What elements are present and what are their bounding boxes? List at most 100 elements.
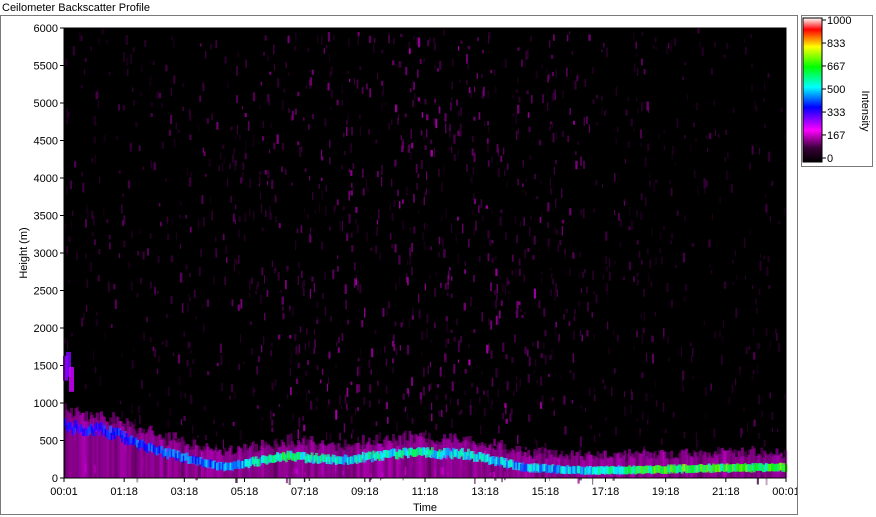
noise-speck	[522, 183, 524, 187]
noise-speck	[274, 63, 276, 71]
noise-speck	[601, 49, 603, 53]
noise-speck	[72, 46, 75, 56]
noise-speck	[355, 206, 358, 213]
noise-speck	[623, 201, 625, 206]
noise-speck	[64, 223, 66, 229]
noise-speck	[523, 311, 526, 315]
noise-speck	[398, 276, 401, 285]
noise-speck	[663, 225, 666, 231]
noise-speck	[636, 68, 639, 76]
noise-speck	[380, 177, 383, 187]
noise-speck	[319, 202, 321, 213]
noise-speck	[756, 342, 759, 350]
noise-speck	[500, 300, 503, 306]
noise-speck	[405, 66, 408, 76]
noise-speck	[455, 233, 457, 243]
noise-speck	[523, 274, 526, 282]
noise-speck	[198, 266, 201, 277]
noise-speck	[379, 252, 381, 261]
noise-speck	[491, 156, 493, 163]
noise-speck	[142, 166, 145, 171]
noise-speck	[553, 410, 555, 416]
noise-speck	[544, 355, 547, 365]
noise-speck	[483, 390, 485, 395]
noise-speck	[681, 380, 683, 389]
noise-speck	[670, 46, 672, 52]
noise-speck	[504, 170, 506, 176]
noise-speck	[244, 113, 247, 118]
noise-speck	[547, 222, 550, 228]
noise-speck	[218, 165, 220, 171]
noise-speck	[577, 141, 580, 145]
noise-speck	[216, 122, 219, 130]
noise-speck	[382, 86, 385, 96]
noise-speck	[486, 144, 490, 153]
noise-speck	[684, 62, 687, 66]
noise-speck	[430, 339, 433, 343]
noise-speck	[113, 283, 116, 290]
noise-speck	[645, 352, 647, 362]
noise-speck	[232, 213, 235, 222]
noise-speck	[157, 255, 160, 264]
noise-speck	[260, 81, 263, 86]
noise-speck	[655, 179, 658, 183]
noise-speck	[566, 67, 568, 77]
noise-speck	[630, 405, 633, 414]
noise-speck	[768, 285, 771, 289]
noise-speck	[487, 90, 489, 98]
noise-speck	[521, 315, 524, 319]
noise-speck	[377, 380, 379, 386]
noise-speck	[81, 172, 83, 177]
noise-speck	[527, 248, 530, 252]
noise-speck	[731, 384, 734, 394]
noise-speck	[722, 335, 724, 344]
noise-speck	[173, 39, 175, 49]
noise-speck	[153, 348, 157, 358]
y-axis-label: Height (m)	[18, 227, 30, 278]
noise-speck	[89, 262, 93, 272]
noise-speck	[531, 341, 534, 347]
chart-frame: 0 500 1000 1500 2000 2500 3000 3500 4000 4500 5000…	[0, 15, 800, 515]
noise-speck	[495, 368, 498, 378]
noise-speck	[300, 225, 303, 233]
noise-speck	[747, 422, 749, 432]
noise-speck	[180, 391, 182, 399]
noise-speck	[548, 373, 550, 377]
noise-speck	[368, 129, 370, 135]
noise-speck	[419, 392, 423, 400]
noise-speck	[549, 126, 552, 131]
noise-speck	[492, 257, 494, 262]
noise-speck	[472, 167, 475, 175]
noise-speck	[300, 270, 303, 279]
noise-speck	[663, 327, 665, 336]
noise-speck	[640, 212, 642, 220]
noise-speck	[526, 49, 529, 59]
noise-speck	[343, 423, 346, 433]
noise-speck	[571, 400, 574, 404]
noise-speck	[648, 273, 650, 282]
noise-speck	[512, 94, 515, 99]
noise-speck	[417, 37, 421, 48]
noise-speck	[179, 272, 183, 283]
noise-speck	[322, 292, 324, 300]
noise-speck	[641, 334, 643, 344]
noise-speck	[328, 53, 330, 63]
noise-speck	[98, 249, 101, 255]
noise-speck	[497, 388, 499, 398]
noise-speck	[611, 387, 613, 397]
noise-speck	[219, 343, 222, 354]
noise-speck	[321, 368, 324, 375]
noise-speck	[354, 262, 356, 271]
noise-speck	[619, 241, 621, 249]
noise-speck	[466, 79, 468, 85]
noise-speck	[437, 68, 439, 72]
noise-speck	[490, 401, 493, 411]
noise-speck	[412, 307, 414, 318]
noise-speck	[683, 296, 686, 302]
noise-speck	[369, 400, 371, 408]
noise-speck	[488, 126, 490, 133]
noise-speck	[674, 264, 678, 269]
noise-speck	[568, 268, 571, 276]
noise-speck	[101, 28, 104, 35]
noise-speck	[226, 257, 228, 263]
